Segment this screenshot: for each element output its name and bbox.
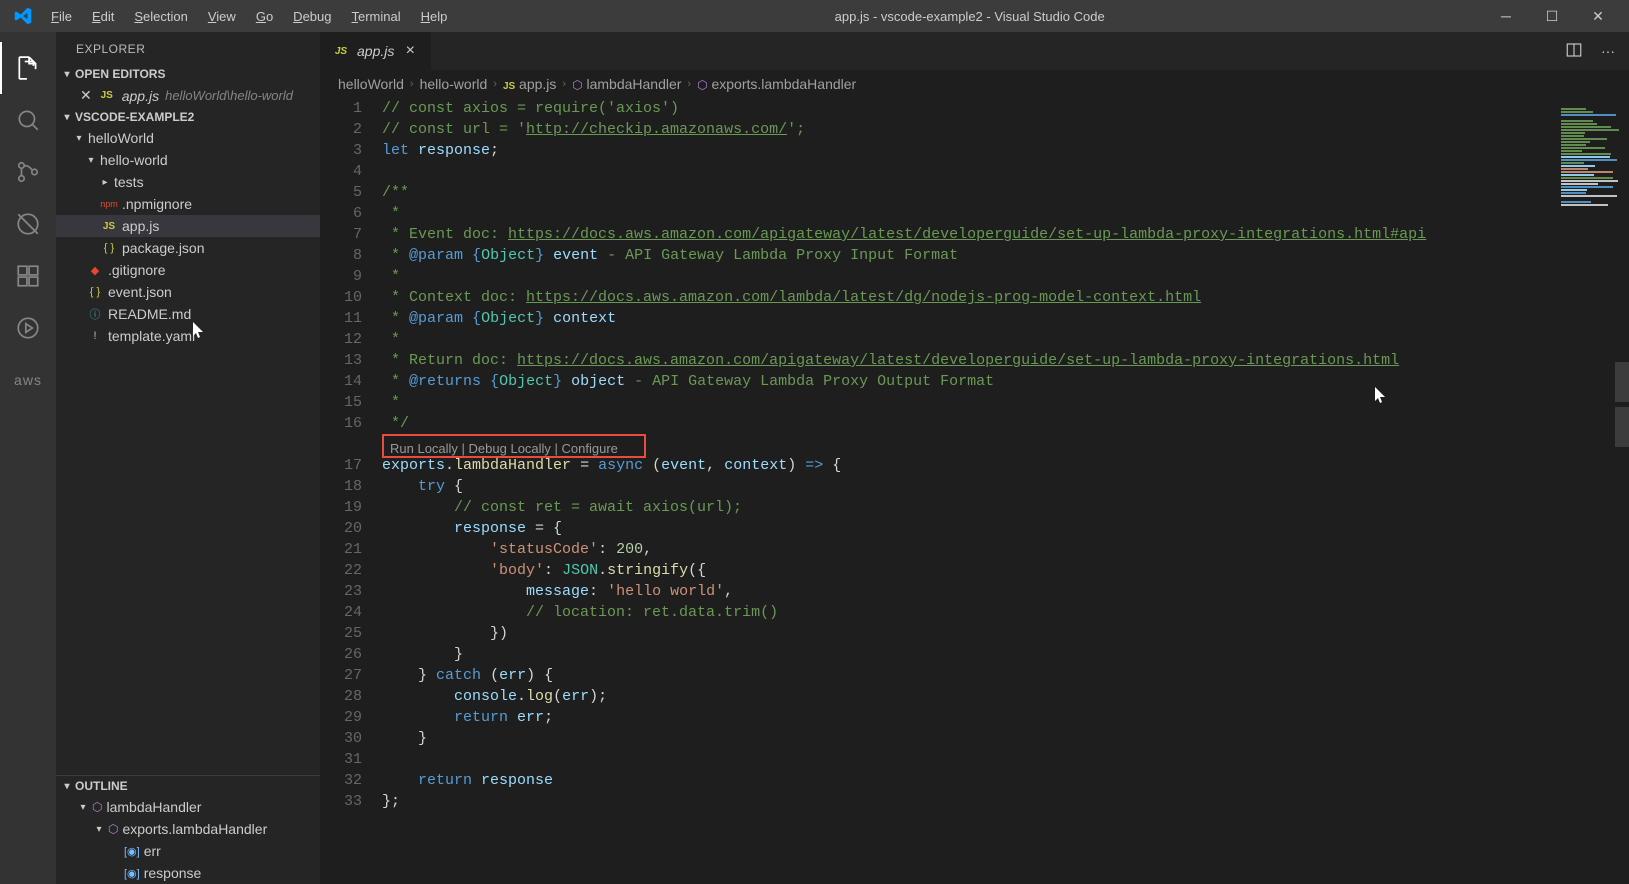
title-bar: FileEditSelectionViewGoDebugTerminalHelp… xyxy=(0,0,1629,32)
split-editor-icon[interactable] xyxy=(1565,41,1583,62)
codelens-debug[interactable]: Debug Locally xyxy=(469,441,551,456)
vscode-logo-icon xyxy=(14,7,32,25)
code-editor[interactable]: 1234567891011121314151617181920212223242… xyxy=(320,98,1629,884)
file-package-json[interactable]: { }package.json xyxy=(56,237,320,259)
tab-appjs[interactable]: JS app.js × xyxy=(320,32,432,70)
codelens-configure[interactable]: Configure xyxy=(562,441,618,456)
menu-bar: FileEditSelectionViewGoDebugTerminalHelp xyxy=(42,5,456,28)
menu-file[interactable]: File xyxy=(42,5,81,28)
minimize-button[interactable]: ─ xyxy=(1483,0,1529,32)
run-icon[interactable] xyxy=(0,302,56,354)
file-template-yaml[interactable]: !template.yaml xyxy=(56,325,320,347)
chevron-down-icon: ▾ xyxy=(62,112,72,123)
file-README-md[interactable]: ⓘREADME.md xyxy=(56,303,320,325)
file-tree: ▾helloWorld▾hello-world▸testsnpm.npmigno… xyxy=(56,127,320,347)
outline-response[interactable]: [◉]response xyxy=(56,862,320,884)
outline-err[interactable]: [◉]err xyxy=(56,840,320,862)
menu-edit[interactable]: Edit xyxy=(83,5,123,28)
sidebar: EXPLORER ▾ OPEN EDITORS ✕ JS app.js hell… xyxy=(56,32,320,884)
debug-icon[interactable] xyxy=(0,198,56,250)
project-header[interactable]: ▾ VSCODE-EXAMPLE2 xyxy=(56,107,320,127)
window-controls: ─ ☐ ✕ xyxy=(1483,0,1621,32)
menu-terminal[interactable]: Terminal xyxy=(342,5,409,28)
codelens-run[interactable]: Run Locally xyxy=(390,441,458,456)
breadcrumb-item[interactable]: ⬡ lambdaHandler xyxy=(572,76,681,92)
folder-hello-world[interactable]: ▾hello-world xyxy=(56,149,320,171)
explorer-icon[interactable] xyxy=(0,42,56,94)
source-control-icon[interactable] xyxy=(0,146,56,198)
scroll-marker xyxy=(1615,362,1629,402)
activity-bar: aws xyxy=(0,32,56,884)
folder-tests[interactable]: ▸tests xyxy=(56,171,320,193)
close-icon[interactable]: ✕ xyxy=(80,87,92,104)
sidebar-title: EXPLORER xyxy=(56,32,320,64)
codelens-actions[interactable]: Run Locally | Debug Locally | Configure xyxy=(384,436,624,461)
breadcrumb-item[interactable]: helloWorld xyxy=(338,76,404,92)
outline-lambdaHandler[interactable]: ▾⬡lambdaHandler xyxy=(56,796,320,818)
file--gitignore[interactable]: ◆.gitignore xyxy=(56,259,320,281)
outline-tree: ▾⬡lambdaHandler▾⬡exports.lambdaHandler[◉… xyxy=(56,796,320,884)
code-content[interactable]: // const axios = require('axios')// cons… xyxy=(382,98,1629,884)
tab-close-icon[interactable]: × xyxy=(401,42,418,60)
outline-header[interactable]: ▾ OUTLINE xyxy=(56,776,320,796)
file--npmignore[interactable]: npm.npmignore xyxy=(56,193,320,215)
more-icon[interactable]: ··· xyxy=(1601,43,1615,59)
mouse-cursor-icon xyxy=(1374,387,1388,405)
file-app-js[interactable]: JSapp.js xyxy=(56,215,320,237)
js-file-icon: JS xyxy=(332,46,350,57)
js-file-icon: JS xyxy=(98,90,116,101)
file-event-json[interactable]: { }event.json xyxy=(56,281,320,303)
breadcrumb-item[interactable]: JS app.js xyxy=(503,76,556,92)
breadcrumb-item[interactable]: ⬡ exports.lambdaHandler xyxy=(697,76,856,92)
outline-exports-lambdaHandler[interactable]: ▾⬡exports.lambdaHandler xyxy=(56,818,320,840)
search-icon[interactable] xyxy=(0,94,56,146)
chevron-down-icon: ▾ xyxy=(62,781,72,792)
breadcrumb-item[interactable]: hello-world xyxy=(420,76,488,92)
mouse-cursor-icon xyxy=(192,322,206,340)
editor-area: JS app.js × ··· helloWorld›hello-world›J… xyxy=(320,32,1629,884)
open-editor-item[interactable]: ✕ JS app.js helloWorld\hello-world xyxy=(56,84,320,107)
aws-icon[interactable]: aws xyxy=(0,354,56,406)
maximize-button[interactable]: ☐ xyxy=(1529,0,1575,32)
menu-help[interactable]: Help xyxy=(412,5,457,28)
extensions-icon[interactable] xyxy=(0,250,56,302)
menu-selection[interactable]: Selection xyxy=(125,5,196,28)
chevron-down-icon: ▾ xyxy=(62,69,72,80)
menu-view[interactable]: View xyxy=(199,5,245,28)
line-gutter: 1234567891011121314151617181920212223242… xyxy=(320,98,382,884)
window-title: app.js - vscode-example2 - Visual Studio… xyxy=(456,9,1483,24)
breadcrumb[interactable]: helloWorld›hello-world›JS app.js›⬡ lambd… xyxy=(320,70,1629,98)
scroll-marker xyxy=(1615,407,1629,447)
folder-helloWorld[interactable]: ▾helloWorld xyxy=(56,127,320,149)
open-editors-header[interactable]: ▾ OPEN EDITORS xyxy=(56,64,320,84)
minimap[interactable] xyxy=(1559,106,1629,306)
menu-debug[interactable]: Debug xyxy=(284,5,340,28)
close-button[interactable]: ✕ xyxy=(1575,0,1621,32)
tab-bar: JS app.js × ··· xyxy=(320,32,1629,70)
menu-go[interactable]: Go xyxy=(247,5,282,28)
